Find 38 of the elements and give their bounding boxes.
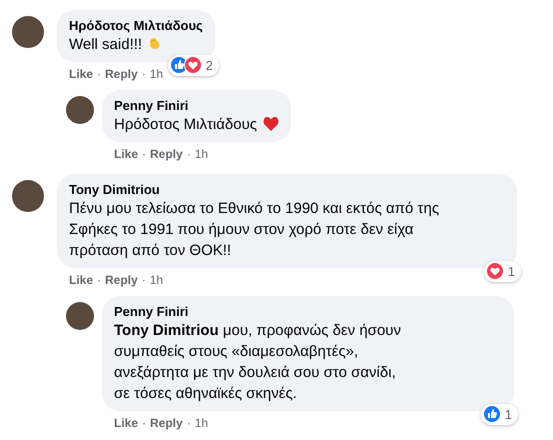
reaction-count: 1	[504, 406, 513, 424]
timestamp[interactable]: 1h	[150, 272, 164, 288]
reply-link[interactable]: Reply	[150, 415, 183, 431]
comment-text: Well said!!!	[69, 34, 203, 55]
reply-link[interactable]: Reply	[150, 146, 183, 162]
timestamp[interactable]: 1h	[150, 66, 164, 82]
separator-dot: ·	[142, 146, 146, 162]
timestamp[interactable]: 1h	[194, 146, 208, 162]
avatar[interactable]	[66, 302, 94, 330]
separator-dot: ·	[142, 272, 146, 288]
author-name[interactable]: Penny Finiri	[114, 303, 502, 320]
timestamp[interactable]: 1h	[194, 415, 208, 431]
avatar[interactable]	[12, 16, 44, 48]
author-name[interactable]: Penny Finiri	[114, 97, 280, 114]
separator-dot: ·	[97, 272, 102, 288]
separator-dot: ·	[186, 415, 191, 431]
reply-link[interactable]: Reply	[105, 66, 138, 82]
author-name[interactable]: Ηρόδοτος Μιλτιάδους	[69, 17, 203, 34]
reaction-badge[interactable]: 1	[480, 404, 518, 425]
like-link[interactable]: Like	[114, 415, 138, 431]
avatar[interactable]	[12, 180, 44, 212]
reaction-badge[interactable]: 1	[484, 260, 521, 282]
comment-text: Πένυ μου τελείωσα το Εθνικό το 1990 και εκτός από της Σφήκες το 1991 που ήμουν στον χορό ποτε δεν είχα πρόταση από τον ΘΟΚ!!	[69, 199, 440, 261]
like-link[interactable]: Like	[69, 272, 94, 288]
separator-dot: ·	[142, 66, 146, 82]
separator-dot: ·	[97, 66, 102, 82]
reply-link[interactable]: Reply	[105, 272, 138, 288]
like-link[interactable]: Like	[69, 66, 94, 82]
reaction-count: 2	[206, 56, 214, 74]
like-link[interactable]: Like	[114, 146, 138, 162]
author-name[interactable]: Tony Dimitriou	[69, 181, 505, 198]
separator-dot: ·	[186, 146, 191, 162]
separator-dot: ·	[142, 415, 146, 431]
reaction-badge[interactable]: 2	[168, 54, 219, 76]
comment-text: Tony Dimitriou μου, προφανώς δεν ήσουν συμπαθείς στους «διαμεσολαβητές», ανεξάρτητα με την δουλειά σου στο σανίδι, σε τόσες αθηναϊκές σκηνές.	[114, 321, 402, 404]
comment-text: Ηρόδοτος Μιλτιάδους	[114, 114, 280, 135]
reaction-count: 1	[508, 262, 516, 280]
avatar[interactable]	[66, 96, 94, 124]
